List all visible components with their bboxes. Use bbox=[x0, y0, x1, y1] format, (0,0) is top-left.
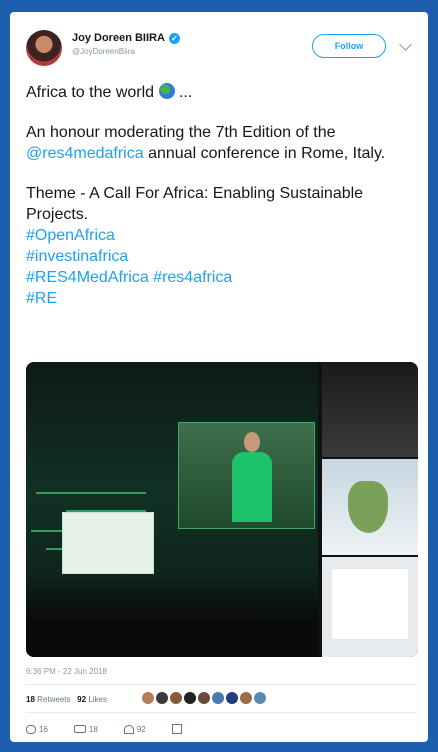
chevron-down-icon[interactable] bbox=[399, 38, 412, 51]
reply-count: 16 bbox=[39, 724, 48, 734]
globe-emoji-icon bbox=[158, 83, 175, 99]
avatar[interactable] bbox=[156, 692, 168, 704]
avatar[interactable] bbox=[198, 692, 210, 704]
media-grid bbox=[26, 362, 418, 657]
speaker-on-screen bbox=[232, 432, 272, 522]
direct-message-button[interactable] bbox=[171, 724, 182, 734]
hashtag-link[interactable]: #RE bbox=[26, 288, 416, 309]
avatar[interactable] bbox=[142, 692, 154, 704]
author-name-text[interactable]: Joy Doreen BIIRA bbox=[72, 32, 165, 44]
author-handle[interactable]: @JoyDoreenBiira bbox=[72, 47, 180, 56]
avatar[interactable] bbox=[184, 692, 196, 704]
avatar[interactable] bbox=[26, 30, 62, 66]
media-photo-3[interactable] bbox=[322, 459, 418, 555]
africa-map-icon bbox=[348, 481, 388, 533]
retweet-icon bbox=[73, 725, 86, 733]
like-button[interactable]: 92 bbox=[123, 724, 146, 734]
avatar[interactable] bbox=[212, 692, 224, 704]
document-preview bbox=[332, 569, 408, 639]
likes-label[interactable]: Likes bbox=[88, 695, 107, 704]
author-name[interactable]: Joy Doreen BIIRA ✓ bbox=[72, 32, 180, 44]
tweet-actions: 16 18 92 bbox=[26, 724, 182, 734]
audience bbox=[26, 577, 318, 657]
follow-button[interactable]: Follow bbox=[312, 34, 386, 58]
tweet-line-1-tail: ... bbox=[174, 84, 193, 101]
avatar[interactable] bbox=[226, 692, 238, 704]
divider bbox=[26, 684, 416, 685]
tweet-timestamp[interactable]: 6:36 PM - 22 Jun 2018 bbox=[26, 667, 107, 676]
hashtag-link[interactable]: #investinafrica bbox=[26, 246, 416, 267]
media-photo-main[interactable] bbox=[26, 362, 318, 657]
avatar[interactable] bbox=[240, 692, 252, 704]
hashtag-link[interactable]: #OpenAfrica bbox=[26, 225, 416, 246]
like-count: 92 bbox=[136, 724, 146, 734]
heart-icon bbox=[123, 724, 134, 734]
verified-icon: ✓ bbox=[168, 32, 180, 44]
engagement-stats: 18 Retweets 92 Likes bbox=[26, 695, 107, 704]
tweet-card: Joy Doreen BIIRA ✓ @JoyDoreenBiira Follo… bbox=[10, 12, 428, 742]
likes-count[interactable]: 92 bbox=[77, 695, 86, 704]
media-photo-4[interactable] bbox=[322, 557, 418, 657]
tweet-text: Africa to the world ... An honour modera… bbox=[26, 82, 416, 309]
retweet-count: 18 bbox=[88, 724, 98, 734]
retweets-count[interactable]: 18 bbox=[26, 695, 35, 704]
tweet-p2-b: annual conference in Rome, Italy. bbox=[143, 145, 386, 162]
message-icon bbox=[171, 724, 182, 734]
avatar[interactable] bbox=[254, 692, 266, 704]
tweet-line-1: Africa to the world ... bbox=[26, 82, 416, 103]
author-block: Joy Doreen BIIRA ✓ @JoyDoreenBiira bbox=[72, 32, 180, 56]
tweet-header: Joy Doreen BIIRA ✓ @JoyDoreenBiira Follo… bbox=[26, 30, 412, 70]
hashtag-link[interactable]: #RES4MedAfrica #res4africa bbox=[26, 267, 416, 288]
reply-button[interactable]: 16 bbox=[26, 724, 48, 734]
mention-link[interactable]: @res4medafrica bbox=[26, 145, 144, 162]
retweet-button[interactable]: 18 bbox=[73, 724, 98, 734]
tweet-p2-a: An honour moderating the 7th Edition of … bbox=[26, 124, 336, 141]
tweet-paragraph-2: An honour moderating the 7th Edition of … bbox=[26, 122, 416, 164]
media-photo-2[interactable] bbox=[322, 362, 418, 457]
retweets-label[interactable]: Retweets bbox=[37, 695, 70, 704]
avatar[interactable] bbox=[170, 692, 182, 704]
side-screen bbox=[62, 512, 154, 574]
reply-icon bbox=[26, 724, 36, 734]
likers-avatars bbox=[142, 692, 266, 704]
tweet-paragraph-3: Theme - A Call For Africa: Enabling Sust… bbox=[26, 185, 364, 223]
tweet-line-1-text: Africa to the world bbox=[26, 84, 159, 101]
divider bbox=[26, 712, 416, 713]
